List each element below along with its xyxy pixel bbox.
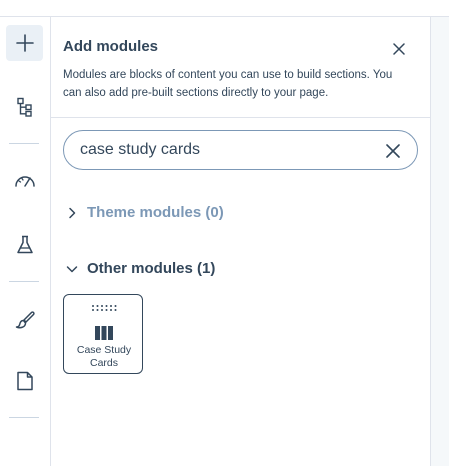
optimize-button[interactable] — [6, 163, 43, 199]
page-icon — [16, 371, 33, 391]
add-modules-panel: Add modules Modules are blocks of conten… — [51, 17, 430, 466]
module-search — [63, 130, 418, 170]
module-search-input[interactable] — [80, 139, 370, 161]
module-card-label: Case Study Cards — [76, 344, 132, 369]
clear-search-button[interactable] — [383, 141, 403, 161]
theme-modules-label: Theme modules (0) — [87, 204, 224, 221]
paintbrush-icon — [15, 311, 35, 329]
layout-tree-button[interactable] — [6, 89, 43, 125]
columns-icon — [95, 326, 113, 340]
page-settings-button[interactable] — [6, 363, 43, 399]
left-sidebar-rail — [0, 17, 51, 466]
right-scroll-gutter — [430, 17, 449, 466]
test-button[interactable] — [6, 227, 43, 263]
module-card-case-study-cards[interactable]: Case Study Cards — [63, 294, 143, 374]
rail-divider — [9, 143, 39, 144]
rail-divider — [9, 281, 39, 282]
other-modules-toggle[interactable]: Other modules (1) — [65, 260, 215, 277]
close-icon — [393, 43, 405, 55]
design-button[interactable] — [6, 301, 43, 337]
panel-header-divider — [51, 117, 430, 118]
close-icon — [386, 144, 400, 158]
close-panel-button[interactable] — [388, 38, 410, 60]
gauge-icon — [14, 176, 35, 187]
add-modules-button[interactable] — [6, 25, 43, 61]
chevron-right-icon — [65, 206, 79, 220]
plus-icon — [15, 34, 34, 52]
theme-modules-toggle[interactable]: Theme modules (0) — [65, 204, 224, 221]
drag-handle-icon — [92, 305, 117, 311]
panel-description: Modules are blocks of content you can us… — [63, 69, 393, 99]
rail-divider — [9, 417, 39, 418]
other-modules-label: Other modules (1) — [87, 260, 216, 277]
tree-structure-icon — [16, 97, 32, 117]
chevron-down-icon — [65, 262, 79, 276]
flask-icon — [16, 235, 33, 254]
panel-title: Add modules — [63, 38, 159, 55]
